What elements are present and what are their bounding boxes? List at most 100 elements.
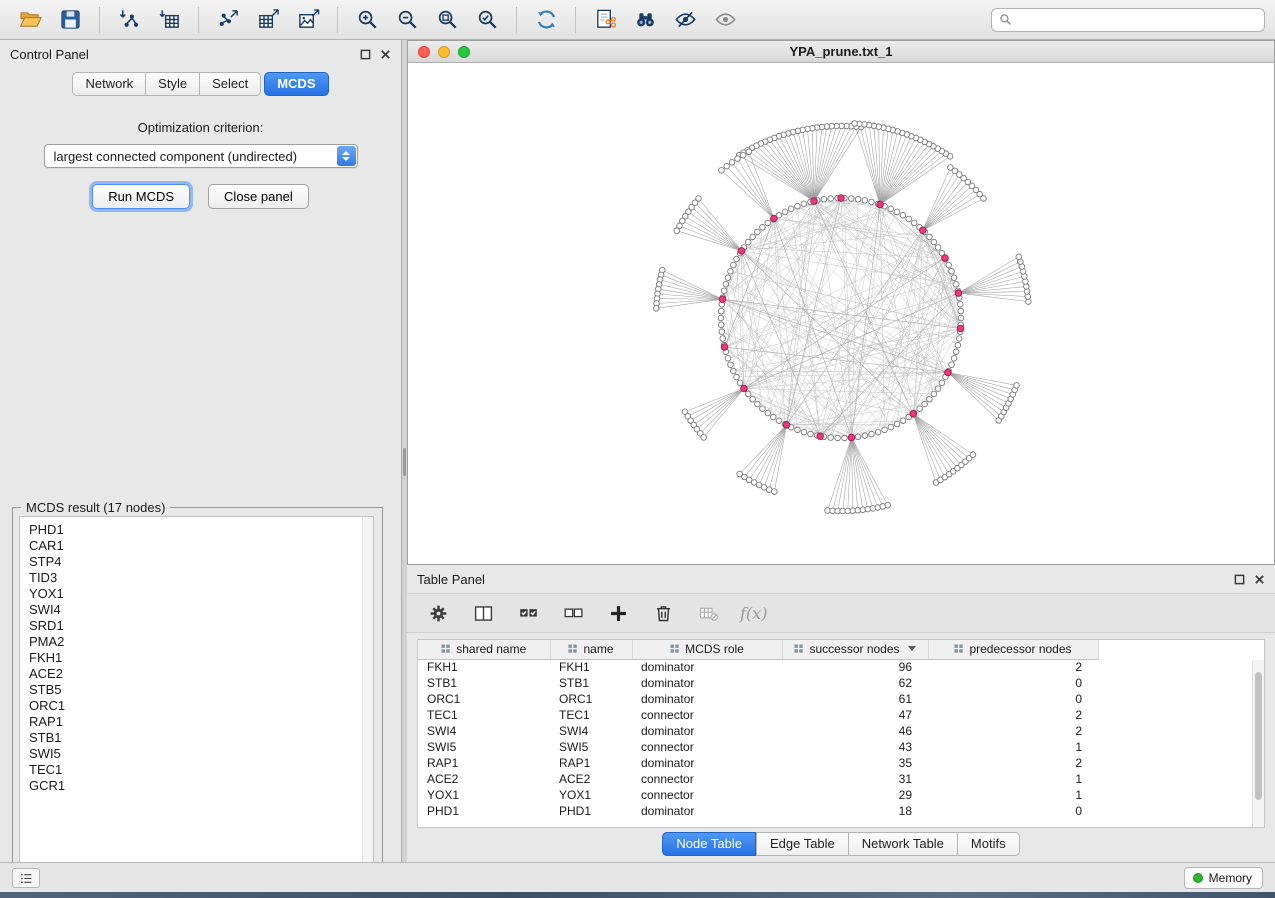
table-cell: 0 [928,803,1098,819]
mcds-result-item[interactable]: STP4 [29,554,373,570]
export-network-icon [217,8,240,31]
table-row[interactable]: YOX1YOX1connector291 [418,787,1098,803]
zoom-selected-button[interactable] [470,4,504,36]
mcds-result-item[interactable]: SWI5 [29,746,373,762]
window-minimize-button[interactable] [438,46,450,58]
network-window-titlebar[interactable]: YPA_prune.txt_1 [408,41,1274,63]
tab-edge-table[interactable]: Edge Table [756,832,848,856]
table-cell: YOX1 [550,787,632,803]
column-header-shared-name[interactable]: shared name [418,640,550,659]
tab-node-table[interactable]: Node Table [662,832,756,856]
close-panel-icon[interactable] [380,49,391,60]
table-row[interactable]: RAP1RAP1dominator352 [418,755,1098,771]
zoom-out-icon [396,8,419,31]
table-row[interactable]: PHD1PHD1dominator180 [418,803,1098,819]
deselect-all-button[interactable] [560,600,586,626]
mcds-result-item[interactable]: ACE2 [29,666,373,682]
table-cell: SWI5 [550,739,632,755]
table-row[interactable]: ACE2ACE2connector311 [418,771,1098,787]
export-table-button[interactable] [251,4,285,36]
column-header-mcds-role[interactable]: MCDS role [632,640,782,659]
tab-motifs[interactable]: Motifs [957,832,1020,856]
zoom-in-button[interactable] [350,4,384,36]
mcds-result-list[interactable]: PHD1CAR1STP4TID3YOX1SWI4SRD1PMA2FKH1ACE2… [19,516,374,870]
tab-network[interactable]: Network [72,72,145,96]
search-input[interactable] [1017,13,1257,27]
mcds-result-item[interactable]: TID3 [29,570,373,586]
window-maximize-button[interactable] [458,46,470,58]
table-row[interactable]: FKH1FKH1dominator962 [418,659,1098,675]
zoom-out-button[interactable] [390,4,424,36]
table-scrollbar[interactable] [1252,660,1264,827]
table-row[interactable]: ORC1ORC1dominator610 [418,691,1098,707]
table-settings-button[interactable] [425,600,451,626]
export-image-button[interactable] [291,4,325,36]
tab-style[interactable]: Style [145,72,199,96]
column-header-name[interactable]: name [550,640,632,659]
task-history-button[interactable] [12,868,40,888]
table-cell: ORC1 [418,691,550,707]
mcds-result-item[interactable]: SWI4 [29,602,373,618]
network-canvas[interactable] [408,63,1274,564]
table-row[interactable]: TEC1TEC1connector472 [418,707,1098,723]
table-cell: 0 [928,675,1098,691]
table-cell: dominator [632,691,782,707]
mcds-result-item[interactable]: PHD1 [29,522,373,538]
scrollbar-thumb[interactable] [1255,672,1262,800]
table-cell: RAP1 [418,755,550,771]
zoom-fit-button[interactable] [430,4,464,36]
mcds-result-item[interactable]: TEC1 [29,762,373,778]
hide-columns-button[interactable] [695,600,721,626]
clone-network-button[interactable] [588,4,622,36]
mcds-result-item[interactable]: STB1 [29,730,373,746]
table-row[interactable]: SWI5SWI5connector431 [418,739,1098,755]
apply-layout-button[interactable] [529,4,563,36]
tab-mcds[interactable]: MCDS [264,72,328,96]
save-button[interactable] [53,4,87,36]
close-panel-button[interactable]: Close panel [208,184,309,209]
function-builder-button[interactable]: f(x) [740,604,767,623]
search-icon [999,13,1012,26]
optimization-criterion-dropdown[interactable]: largest connected component (undirected) [44,144,358,168]
mcds-result-item[interactable]: YOX1 [29,586,373,602]
float-panel-icon[interactable] [1234,574,1245,585]
show-hide-button[interactable] [708,4,742,36]
network-search-field[interactable] [991,8,1265,32]
window-close-button[interactable] [418,46,430,58]
open-file-button[interactable] [13,4,47,36]
mcds-result-item[interactable]: SRD1 [29,618,373,634]
table-cell: 18 [782,803,928,819]
splitter-grip[interactable] [403,448,406,476]
sort-descending-icon [908,646,916,651]
mcds-result-item[interactable]: RAP1 [29,714,373,730]
column-header-predecessor-nodes[interactable]: predecessor nodes [928,640,1098,659]
tab-select[interactable]: Select [199,72,261,96]
table-row[interactable]: STB1STB1dominator620 [418,675,1098,691]
tab-network-table[interactable]: Network Table [848,832,957,856]
show-columns-button[interactable] [470,600,496,626]
delete-column-button[interactable] [650,600,676,626]
column-header-successor-nodes[interactable]: successor nodes [782,640,928,659]
close-panel-icon[interactable] [1254,574,1265,585]
toggle-graphics-details-button[interactable] [668,4,702,36]
import-table-icon [158,8,181,31]
network-graph[interactable] [408,63,1274,564]
mcds-result-item[interactable]: STB5 [29,682,373,698]
float-panel-icon[interactable] [360,49,371,60]
table-cell: TEC1 [550,707,632,723]
search-network-button[interactable] [628,4,662,36]
table-row[interactable]: SWI4SWI4dominator462 [418,723,1098,739]
mcds-result-item[interactable]: ORC1 [29,698,373,714]
mcds-result-item[interactable]: FKH1 [29,650,373,666]
run-mcds-button[interactable]: Run MCDS [92,184,190,209]
export-network-button[interactable] [211,4,245,36]
mcds-result-title: MCDS result (17 nodes) [21,500,170,515]
import-network-button[interactable] [112,4,146,36]
mcds-result-item[interactable]: CAR1 [29,538,373,554]
import-table-button[interactable] [152,4,186,36]
select-all-button[interactable] [515,600,541,626]
mcds-result-item[interactable]: PMA2 [29,634,373,650]
memory-button[interactable]: Memory [1184,867,1263,889]
add-column-button[interactable] [605,600,631,626]
mcds-result-item[interactable]: GCR1 [29,778,373,794]
